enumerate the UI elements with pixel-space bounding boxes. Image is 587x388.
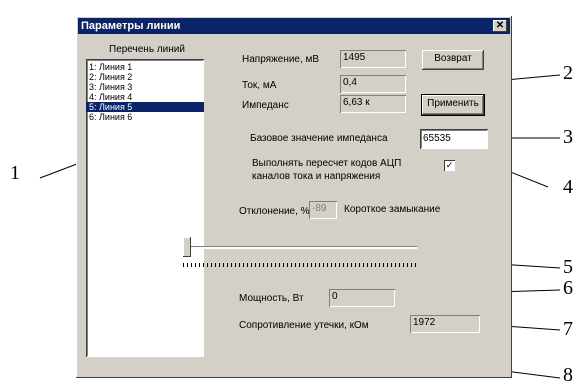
deviation-value: -89 (309, 201, 337, 219)
line-list-header: Перечень линий (109, 44, 185, 55)
recalc-label-line1: Выполнять пересчет кодов АЦП (252, 158, 402, 169)
return-button[interactable]: Возврат (422, 50, 484, 70)
deviation-status: Короткое замыкание (344, 204, 441, 215)
callout-3: 3 (563, 126, 573, 148)
voltage-label: Напряжение, мВ (242, 54, 320, 65)
base-impedance-input[interactable]: 65535 (420, 129, 488, 149)
base-impedance-label: Базовое значение импеданса (250, 133, 388, 144)
callout-5: 5 (563, 256, 573, 278)
deviation-slider-thumb[interactable] (183, 237, 191, 257)
callout-4: 4 (563, 176, 573, 198)
list-item[interactable]: 1: Линия 1 (86, 62, 204, 72)
slider-ticks (183, 263, 417, 267)
power-value: 0 (329, 289, 395, 307)
title-bar: Параметры линии ✕ (78, 18, 510, 34)
impedance-label: Импеданс (242, 100, 289, 111)
close-button[interactable]: ✕ (493, 20, 507, 32)
power-label: Мощность, Вт (239, 293, 304, 304)
check-icon: ✓ (445, 160, 454, 170)
deviation-slider-track[interactable] (183, 246, 417, 249)
window-title: Параметры линии (81, 20, 181, 32)
callout-2: 2 (563, 62, 573, 84)
list-item[interactable]: 3: Линия 3 (86, 82, 204, 92)
close-icon: ✕ (495, 20, 505, 31)
list-item[interactable]: 2: Линия 2 (86, 72, 204, 82)
callout-7: 7 (563, 318, 573, 340)
apply-button[interactable]: Применить (421, 94, 485, 116)
current-value: 0,4 (340, 75, 406, 93)
callout-1: 1 (10, 162, 20, 184)
list-item[interactable]: 4: Линия 4 (86, 92, 204, 102)
list-item[interactable]: 6: Линия 6 (86, 112, 204, 122)
list-item[interactable]: 5: Линия 5 (86, 102, 204, 112)
current-label: Ток, мА (242, 80, 277, 91)
recalc-label-line2: каналов тока и напряжения (252, 171, 381, 182)
deviation-label: Отклонение, % (239, 206, 310, 217)
callout-8: 8 (563, 364, 573, 386)
callout-6: 6 (563, 277, 573, 299)
line-list[interactable]: 1: Линия 1 2: Линия 2 3: Линия 3 4: Линия 4… (86, 59, 204, 357)
recalc-checkbox[interactable]: ✓ (444, 160, 455, 171)
voltage-value: 1495 (340, 50, 406, 68)
leakage-value: 1972 (410, 315, 480, 333)
leakage-label: Сопротивление утечки, кОм (239, 320, 369, 331)
line-parameters-window: Параметры линии ✕ Перечень линий 1: Лини… (76, 16, 512, 378)
impedance-value: 6,63 к (340, 95, 406, 113)
